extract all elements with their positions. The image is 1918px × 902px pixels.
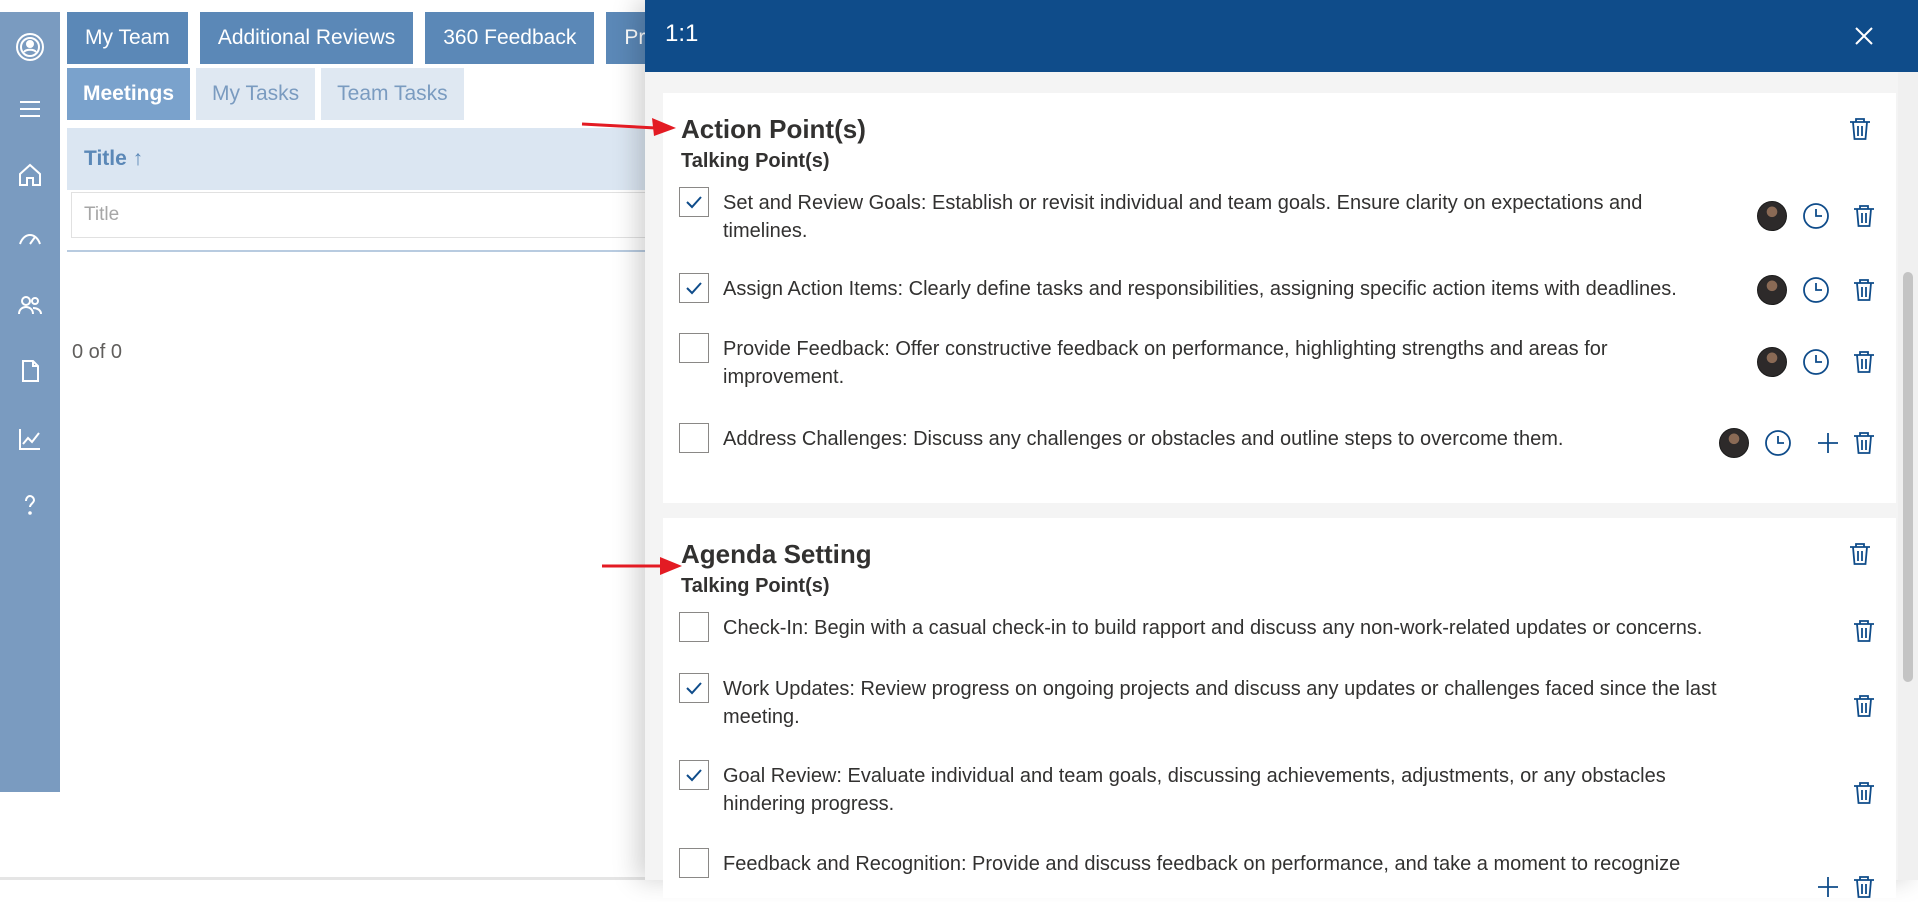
item-actions [1719,428,1879,458]
tab-my-team[interactable]: My Team [67,12,188,64]
avatar[interactable] [1757,347,1787,377]
checkmark-icon [686,282,702,295]
item-actions [1835,778,1879,808]
add-icon[interactable] [1813,428,1843,458]
help-icon[interactable] [15,490,45,520]
section-title: Action Point(s) [681,114,866,144]
top-nav-tabs: My Team Additional Reviews 360 Feedback … [67,12,676,64]
item-checkbox[interactable] [679,760,709,790]
tab-additional-reviews[interactable]: Additional Reviews [199,12,414,64]
item-actions [1757,275,1879,305]
item-text: Assign Action Items: Clearly define task… [723,278,1677,300]
annotation-arrow-icon [602,557,682,575]
clock-icon[interactable] [1801,275,1831,305]
column-header-title[interactable]: Title ↑ [67,128,667,190]
trash-icon [1850,118,1870,140]
item-text: Check-In: Begin with a casual check-in t… [723,617,1703,639]
team-icon[interactable] [15,290,45,320]
delete-section-button[interactable] [1846,115,1874,143]
panel-header: 1:1 [645,0,1918,72]
trash-icon[interactable] [1849,778,1879,808]
title-filter-input[interactable]: Title [71,192,667,238]
item-text: Work Updates: Review progress on ongoing… [723,678,1717,728]
item-checkbox[interactable] [679,273,709,303]
annotation-arrow-icon [581,118,676,136]
item-text: Set and Review Goals: Establish or revis… [723,192,1643,242]
item-checkbox[interactable] [679,423,709,453]
avatar[interactable] [1719,428,1749,458]
item-actions [1835,616,1879,646]
avatar[interactable] [1757,201,1787,231]
trash-icon [1850,543,1870,565]
add-icon[interactable] [1813,872,1843,902]
delete-section-button[interactable] [1846,540,1874,568]
clock-icon[interactable] [1801,347,1831,377]
section-title: Agenda Setting [681,539,872,569]
scrollbar-thumb[interactable] [1903,272,1913,682]
item-checkbox[interactable] [679,333,709,363]
item-text: Goal Review: Evaluate individual and tea… [723,765,1666,815]
left-nav-rail [0,12,60,792]
section-subtitle: Talking Point(s) [681,150,830,172]
checkmark-icon [686,682,702,695]
item-text: Provide Feedback: Offer constructive fee… [723,338,1608,388]
trash-icon[interactable] [1849,275,1879,305]
profile-icon[interactable] [15,32,45,62]
menu-icon[interactable] [15,94,45,124]
one-on-one-panel: 1:1 Action Point(s) Talking Point(s) Set… [645,0,1918,898]
chart-icon[interactable] [15,424,45,454]
section-card-action-points: Action Point(s) Talking Point(s) Set and… [663,93,1896,503]
item-checkbox[interactable] [679,612,709,642]
close-icon [1855,27,1873,45]
section-card-agenda-setting: Agenda Setting Talking Point(s) Check-In… [663,518,1896,898]
item-checkbox[interactable] [679,673,709,703]
panel-title: 1:1 [665,20,699,47]
grid-divider [67,250,667,252]
clock-icon[interactable] [1763,428,1793,458]
paging-text: 0 of 0 [72,341,123,363]
item-actions [1835,691,1879,721]
checkmark-icon [686,769,702,782]
performance-icon[interactable] [15,224,45,254]
tab-360-feedback[interactable]: 360 Feedback [425,12,595,64]
home-icon[interactable] [15,160,45,190]
document-icon[interactable] [15,356,45,386]
item-actions [1799,872,1879,902]
close-button[interactable] [1848,20,1880,52]
trash-icon[interactable] [1849,201,1879,231]
item-text: Address Challenges: Discuss any challeng… [723,428,1564,450]
item-actions [1757,347,1879,377]
avatar[interactable] [1757,275,1787,305]
item-text: Feedback and Recognition: Provide and di… [723,853,1681,875]
scrollbar[interactable] [1898,72,1918,880]
subtab-my-tasks[interactable]: My Tasks [196,68,316,120]
checkmark-icon [686,196,702,209]
section-subtitle: Talking Point(s) [681,575,830,597]
trash-icon[interactable] [1849,347,1879,377]
item-actions [1757,201,1879,231]
item-checkbox[interactable] [679,848,709,878]
trash-icon[interactable] [1849,691,1879,721]
trash-icon[interactable] [1849,616,1879,646]
sub-tabs: Meetings My Tasks Team Tasks [67,68,464,120]
trash-icon[interactable] [1849,872,1879,902]
subtab-meetings[interactable]: Meetings [67,68,191,120]
trash-icon[interactable] [1849,428,1879,458]
clock-icon[interactable] [1801,201,1831,231]
subtab-team-tasks[interactable]: Team Tasks [321,68,464,120]
item-checkbox[interactable] [679,187,709,217]
